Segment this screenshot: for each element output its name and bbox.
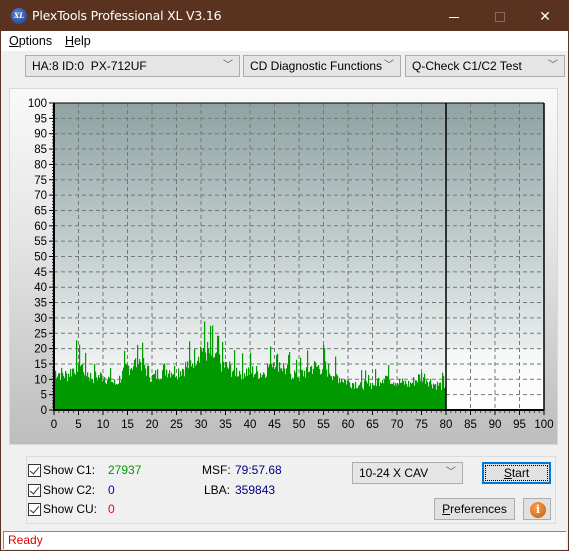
y-tick-label: 95 bbox=[34, 113, 47, 125]
x-tick-label: 30 bbox=[195, 419, 208, 431]
status-text: Ready bbox=[8, 533, 43, 547]
show-cu-checkbox[interactable] bbox=[28, 503, 41, 516]
minimize-icon bbox=[449, 16, 459, 18]
lba-value: 359843 bbox=[235, 483, 276, 497]
minimize-button[interactable] bbox=[431, 1, 477, 31]
y-tick-label: 65 bbox=[34, 205, 47, 217]
x-tick-label: 25 bbox=[170, 419, 183, 431]
app-logo-icon: XL bbox=[11, 8, 27, 24]
x-tick-label: 95 bbox=[513, 419, 526, 431]
preferences-button[interactable]: Preferences bbox=[434, 498, 515, 520]
test-select-value: Q-Check C1/C2 Test bbox=[412, 59, 522, 73]
menu-help[interactable]: Help bbox=[65, 34, 91, 48]
x-tick-label: 75 bbox=[415, 419, 428, 431]
title-bar: XL PlexTools Professional XL V3.16 ✕ bbox=[1, 1, 568, 31]
menu-help-label: elp bbox=[74, 34, 91, 48]
speed-select[interactable]: 10-24 X CAV ﹀ bbox=[352, 462, 463, 484]
y-tick-label: 75 bbox=[34, 175, 47, 187]
x-tick-label: 45 bbox=[268, 419, 281, 431]
x-tick-label: 10 bbox=[97, 419, 110, 431]
y-tick-label: 55 bbox=[34, 236, 47, 248]
x-axis-ticks: 0 5 10 15 20 25 30 35 40 45 50 55 60 65 70 75 80 85 90 95 10… bbox=[51, 410, 554, 431]
start-button[interactable]: Start bbox=[482, 462, 551, 484]
test-select[interactable]: Q-Check C1/C2 Test ﹀ bbox=[405, 55, 565, 77]
y-tick-label: 5 bbox=[41, 390, 47, 402]
chevron-down-icon: ﹀ bbox=[548, 60, 558, 71]
y-tick-label: 25 bbox=[34, 328, 47, 340]
x-tick-label: 80 bbox=[440, 419, 453, 431]
x-tick-label: 55 bbox=[317, 419, 330, 431]
show-c1-checkbox[interactable] bbox=[28, 464, 41, 477]
drive-select[interactable]: HA:8 ID:0 PX-712UF ﹀ bbox=[25, 55, 240, 77]
speed-select-value: 10-24 X CAV bbox=[359, 466, 429, 480]
y-tick-label: 45 bbox=[34, 267, 47, 279]
menu-options-label: ptions bbox=[18, 34, 53, 48]
msf-value: 79:57.68 bbox=[235, 463, 282, 477]
y-tick-label: 0 bbox=[41, 405, 47, 417]
close-icon: ✕ bbox=[539, 8, 551, 24]
x-tick-label: 60 bbox=[342, 419, 355, 431]
x-tick-label: 0 bbox=[51, 419, 57, 431]
menu-bar: Options Help bbox=[1, 31, 568, 51]
info-button[interactable]: i bbox=[523, 498, 551, 520]
y-tick-label: 50 bbox=[34, 252, 47, 264]
grid-lines bbox=[54, 103, 544, 410]
msf-label: MSF: bbox=[202, 463, 231, 477]
lba-label: LBA: bbox=[204, 483, 231, 497]
y-tick-label: 90 bbox=[34, 129, 47, 141]
y-tick-label: 70 bbox=[34, 190, 47, 202]
x-tick-label: 100 bbox=[534, 419, 553, 431]
x-tick-label: 15 bbox=[121, 419, 134, 431]
close-button[interactable]: ✕ bbox=[522, 1, 568, 31]
window-title: PlexTools Professional XL V3.16 bbox=[32, 8, 222, 23]
y-tick-label: 15 bbox=[34, 359, 47, 371]
maximize-button[interactable] bbox=[477, 1, 523, 31]
show-c2-label: Show C2: bbox=[43, 483, 96, 497]
y-axis-ticks: 0 5 10 15 20 25 30 35 40 45 50 55 60 65 70 75 80 85 90 95 10… bbox=[28, 98, 54, 417]
menu-options-mnemonic: O bbox=[9, 34, 19, 48]
function-select-value: CD Diagnostic Functions bbox=[250, 59, 383, 73]
app-window: XL PlexTools Professional XL V3.16 ✕ Opt… bbox=[0, 0, 569, 551]
show-c1-label: Show C1: bbox=[43, 463, 96, 477]
x-tick-label: 50 bbox=[293, 419, 306, 431]
show-cu-label: Show CU: bbox=[43, 502, 98, 516]
y-tick-label: 30 bbox=[34, 313, 47, 325]
y-tick-label: 80 bbox=[34, 159, 47, 171]
menu-help-mnemonic: H bbox=[65, 34, 75, 48]
x-tick-label: 5 bbox=[75, 419, 81, 431]
preferences-mnemonic: P bbox=[442, 502, 451, 516]
y-tick-label: 100 bbox=[28, 98, 47, 110]
y-tick-label: 10 bbox=[34, 374, 47, 386]
x-tick-label: 85 bbox=[464, 419, 477, 431]
x-tick-label: 35 bbox=[219, 419, 232, 431]
chevron-down-icon: ﹀ bbox=[446, 467, 456, 478]
status-bar: Ready bbox=[3, 531, 566, 549]
c2-count: 0 bbox=[108, 483, 115, 497]
y-tick-label: 85 bbox=[34, 144, 47, 156]
menu-options[interactable]: Options bbox=[9, 34, 52, 48]
function-select[interactable]: CD Diagnostic Functions ﹀ bbox=[243, 55, 401, 77]
x-tick-label: 20 bbox=[146, 419, 159, 431]
y-tick-label: 40 bbox=[34, 282, 47, 294]
x-tick-label: 40 bbox=[244, 419, 257, 431]
y-tick-label: 35 bbox=[34, 298, 47, 310]
chevron-down-icon: ﹀ bbox=[223, 60, 233, 71]
show-c2-checkbox[interactable] bbox=[28, 484, 41, 497]
c1c2-chart: 0510152025303540455055606570758085909510… bbox=[28, 98, 554, 431]
y-tick-label: 60 bbox=[34, 221, 47, 233]
drive-select-value: HA:8 ID:0 PX-712UF bbox=[32, 59, 147, 73]
chevron-down-icon: ﹀ bbox=[384, 60, 394, 71]
x-tick-label: 90 bbox=[489, 419, 502, 431]
chart-panel: 0 5 10 15 20 25 30 35 40 45 50 55 60 65 70 75 80 85 90 95 10… bbox=[9, 88, 558, 445]
cu-count: 0 bbox=[108, 502, 115, 516]
focus-rect bbox=[485, 465, 548, 481]
info-icon: i bbox=[530, 502, 546, 518]
x-tick-label: 65 bbox=[366, 419, 379, 431]
preferences-label: references bbox=[450, 502, 507, 516]
c1-count: 27937 bbox=[108, 463, 142, 477]
x-tick-label: 70 bbox=[391, 419, 404, 431]
y-tick-label: 20 bbox=[34, 344, 47, 356]
maximize-icon bbox=[495, 12, 505, 23]
